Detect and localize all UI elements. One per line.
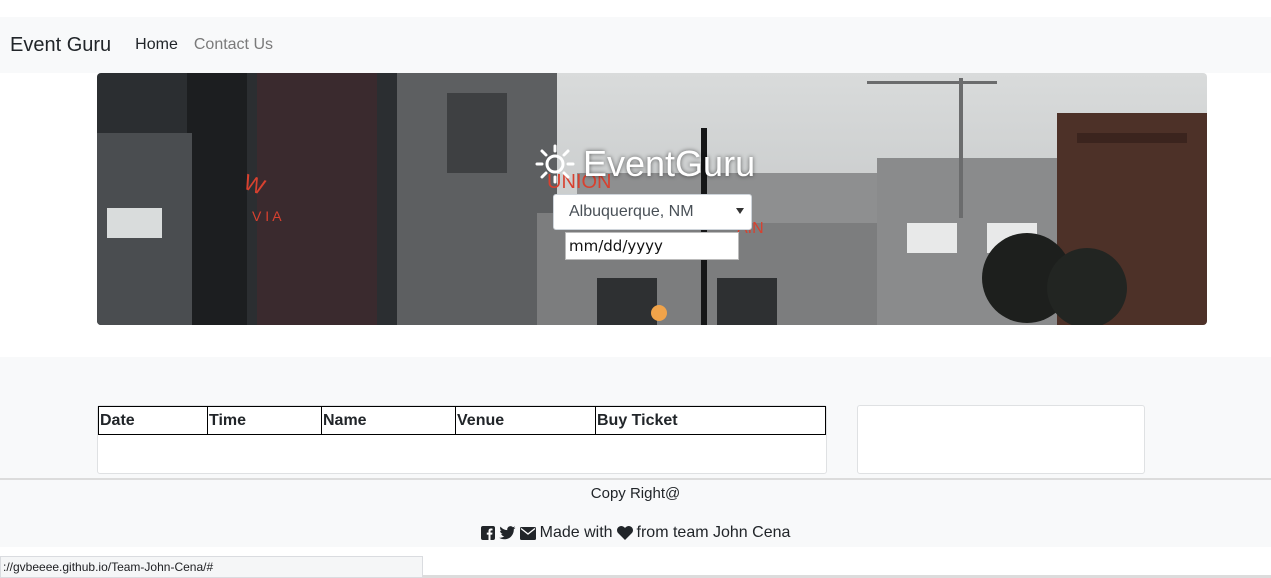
city-select[interactable]: Albuquerque, NM: [553, 194, 752, 230]
browser-status-url: ://gvbeeee.github.io/Team-John-Cena/#: [0, 556, 423, 578]
date-input[interactable]: mm/dd/yyyy: [565, 232, 739, 260]
column-header-venue: Venue: [455, 406, 596, 435]
facebook-icon[interactable]: [480, 526, 495, 540]
events-table: Date Time Name Venue Buy Ticket: [98, 406, 826, 435]
table-header-row: Date Time Name Venue Buy Ticket: [98, 406, 826, 435]
hero-banner: W V I A UNION AIN EventGuru Albuquerque,…: [97, 73, 1207, 325]
nav-link-home[interactable]: Home: [135, 36, 178, 54]
copyright-text: Copy Right@: [590, 485, 681, 502]
brand-logo[interactable]: Event Guru: [10, 34, 111, 57]
svg-text:V I A: V I A: [252, 208, 282, 224]
made-with-suffix: from team John Cena: [636, 524, 791, 541]
hero-title-text: EventGuru: [583, 143, 756, 184]
envelope-icon[interactable]: [519, 526, 536, 540]
made-with-prefix: Made with: [539, 524, 613, 541]
made-with-line: Made with from team John Cena: [0, 524, 1271, 542]
sun-icon: [535, 144, 575, 184]
hero-title: EventGuru: [535, 143, 755, 185]
city-select-value: Albuquerque, NM: [569, 203, 694, 220]
column-header-date: Date: [98, 406, 208, 435]
navbar: Event Guru Home Contact Us: [0, 17, 1271, 73]
column-header-time: Time: [207, 406, 322, 435]
heart-icon: [616, 526, 633, 540]
nav-link-contact-us[interactable]: Contact Us: [194, 36, 273, 54]
twitter-icon[interactable]: [498, 526, 516, 540]
chevron-down-icon: [736, 208, 744, 214]
column-header-name: Name: [321, 406, 456, 435]
date-input-placeholder: mm/dd/yyyy: [569, 237, 663, 255]
column-header-buy-ticket: Buy Ticket: [595, 406, 826, 435]
side-card: [857, 405, 1145, 474]
footer-divider: [0, 478, 1271, 480]
